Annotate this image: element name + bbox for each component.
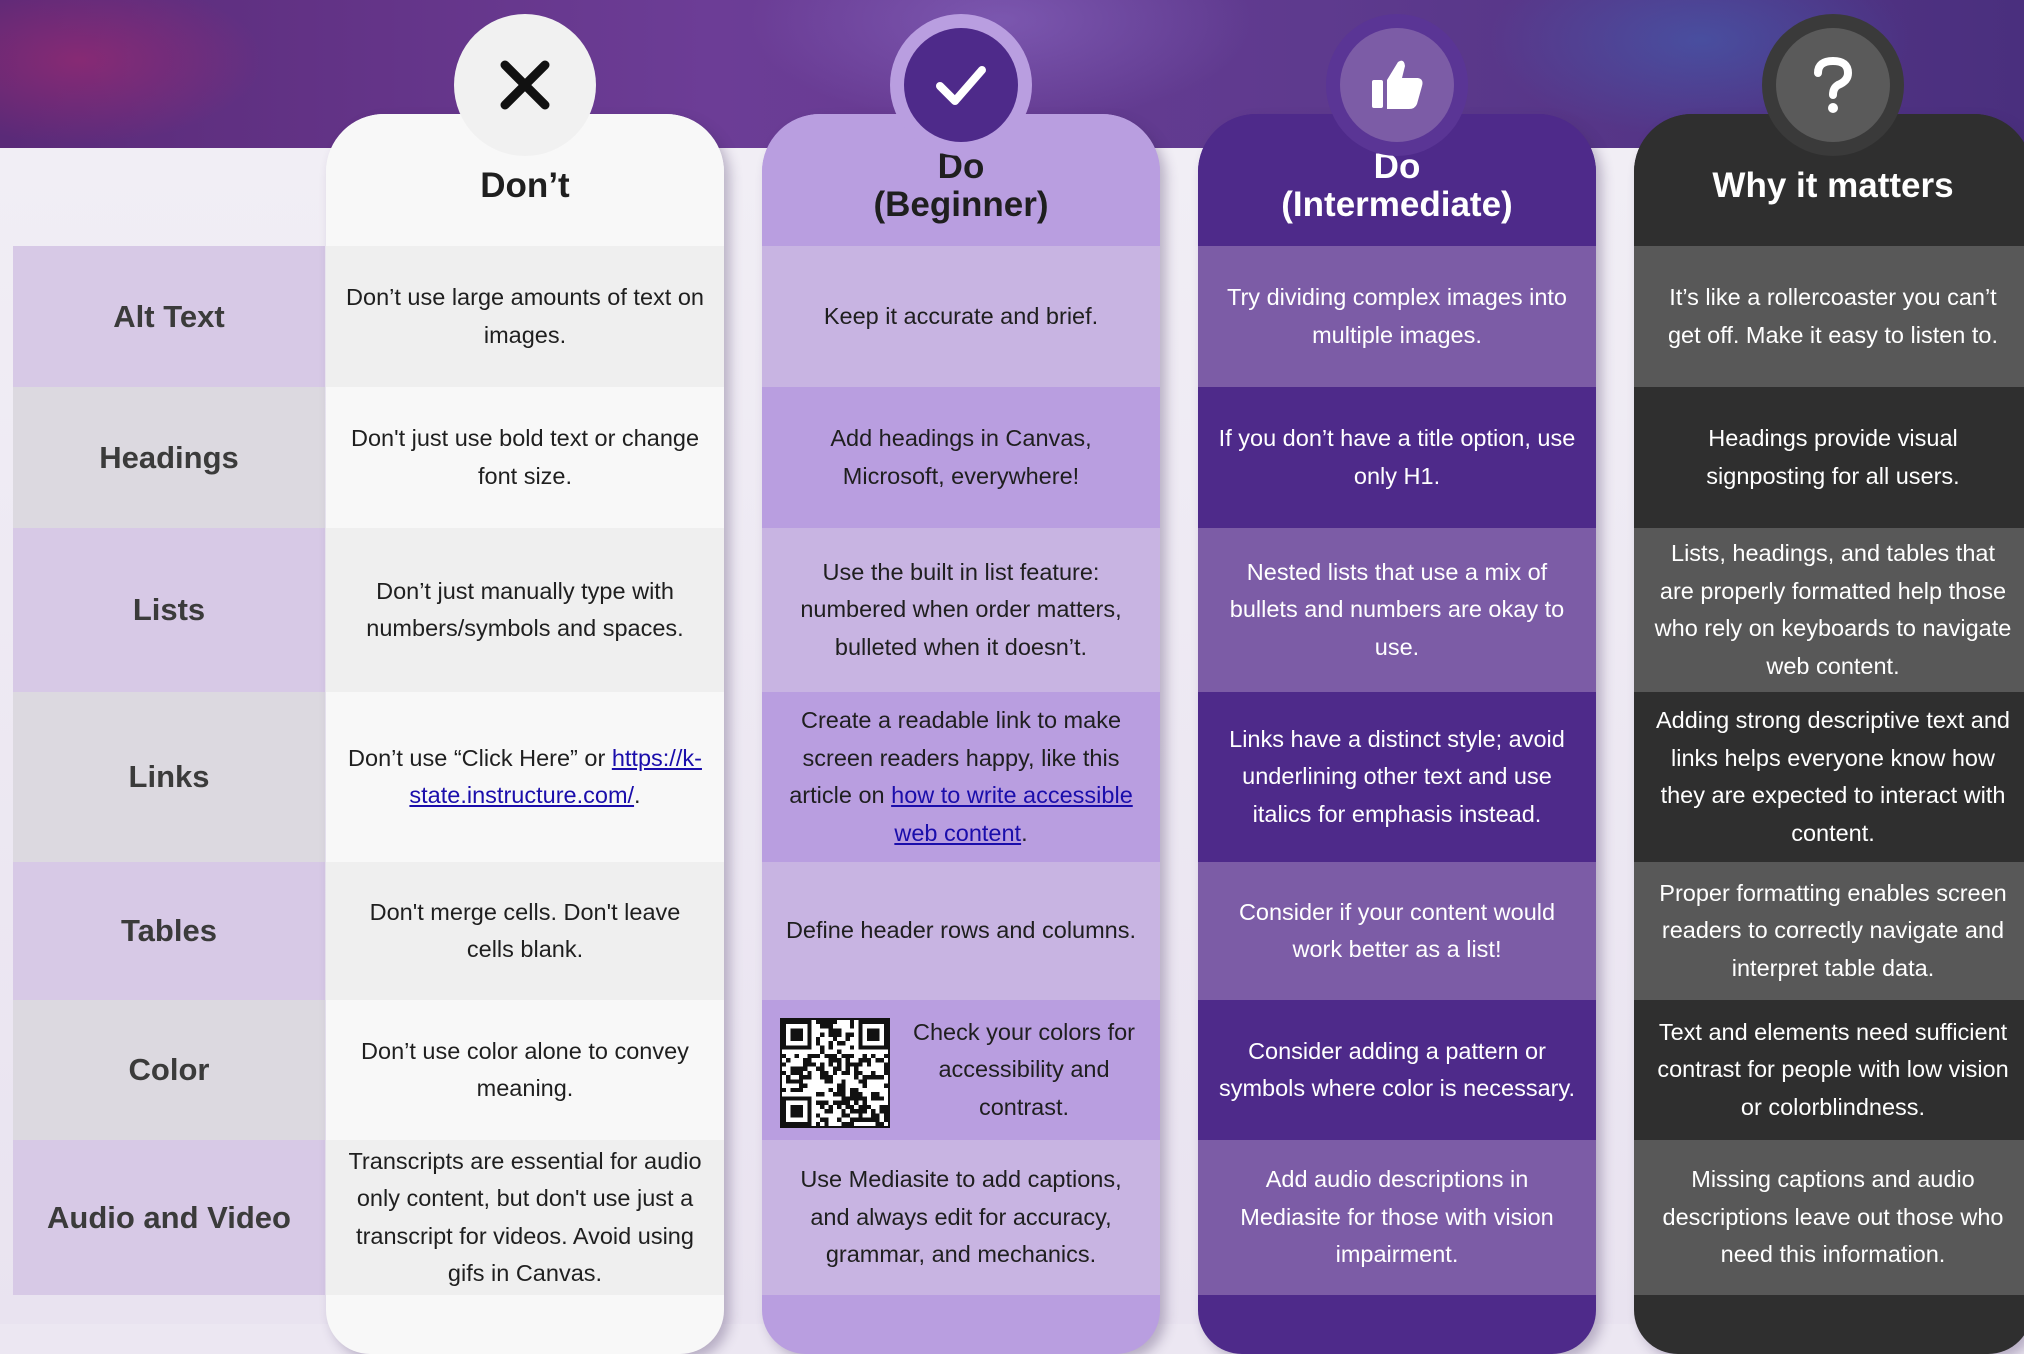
cell-text: Check your colors for accessibility and … [912, 1018, 1136, 1120]
cell-why-tables: Proper formatting enables screen readers… [1634, 862, 2024, 1000]
cell-link[interactable]: how to write accessible web content [891, 782, 1133, 846]
cell-why-color: Text and elements need sufficient contra… [1634, 1000, 2024, 1140]
cell-text: Add headings in Canvas, Microsoft, every… [830, 425, 1092, 489]
cell-text: Headings provide visual signposting for … [1706, 425, 1960, 489]
row-label-headings: Headings [13, 387, 325, 528]
thumbs-up-icon [1340, 28, 1454, 142]
row-label-alt-text: Alt Text [13, 246, 325, 387]
cell-text: Don’t use large amounts of text on image… [346, 284, 704, 348]
checkmark-icon [904, 28, 1018, 142]
cell-text: Missing captions and audio descriptions … [1662, 1166, 2004, 1268]
cell-text: Use the built in list feature: numbered … [800, 558, 1122, 660]
cell-text: Proper formatting enables screen readers… [1659, 879, 2007, 981]
row-label-color: Color [13, 1000, 325, 1140]
cell-text-after-link: . [634, 782, 641, 808]
cell-do-beginner-audio-and-video: Use Mediasite to add captions, and alway… [762, 1140, 1160, 1295]
cell-do-intermediate-headings: If you don’t have a title option, use on… [1198, 387, 1596, 528]
cell-text: Add audio descriptions in Mediasite for … [1240, 1166, 1554, 1268]
row-label-audio-and-video: Audio and Video [13, 1140, 325, 1295]
cell-text: It’s like a rollercoaster you can’t get … [1667, 284, 1999, 348]
cell-do-intermediate-links: Links have a distinct style; avoid under… [1198, 692, 1596, 862]
cell-text: If you don’t have a title option, use on… [1218, 425, 1576, 489]
cell-why-alt-text: It’s like a rollercoaster you can’t get … [1634, 246, 2024, 387]
cell-text: Nested lists that use a mix of bullets a… [1229, 558, 1565, 660]
cell-do-beginner-links: Create a readable link to make screen re… [762, 692, 1160, 862]
row-label-links: Links [13, 692, 325, 862]
x-icon [468, 28, 582, 142]
row-label-lists: Lists [13, 528, 325, 692]
cell-do-intermediate-lists: Nested lists that use a mix of bullets a… [1198, 528, 1596, 692]
cell-why-audio-and-video: Missing captions and audio descriptions … [1634, 1140, 2024, 1295]
cell-dont-alt-text: Don’t use large amounts of text on image… [326, 246, 724, 387]
column-icon-badge-do-intermediate [1326, 14, 1468, 156]
cell-do-intermediate-tables: Consider if your content would work bett… [1198, 862, 1596, 1000]
cell-do-beginner-headings: Add headings in Canvas, Microsoft, every… [762, 387, 1160, 528]
cell-dont-audio-and-video: Transcripts are essential for audio only… [326, 1140, 724, 1295]
cell-text: Adding strong descriptive text and links… [1655, 707, 2010, 846]
cell-text: Try dividing complex images into multipl… [1226, 284, 1567, 348]
cell-dont-headings: Don't just use bold text or change font … [326, 387, 724, 528]
cell-do-intermediate-color: Consider adding a pattern or symbols whe… [1198, 1000, 1596, 1140]
cell-text: Consider adding a pattern or symbols whe… [1218, 1037, 1576, 1102]
column-icon-badge-do-beginner [890, 14, 1032, 156]
cell-dont-tables: Don't merge cells. Don't leave cells bla… [326, 862, 724, 1000]
cell-text: Don't just use bold text or change font … [350, 425, 700, 489]
cell-text: Links have a distinct style; avoid under… [1229, 725, 1565, 827]
cell-text: Consider if your content would work bett… [1238, 898, 1556, 963]
column-do-intermediate: Do (Intermediate) Try dividing complex im… [1198, 114, 1596, 1354]
cell-do-beginner-lists: Use the built in list feature: numbered … [762, 528, 1160, 692]
cell-do-beginner-tables: Define header rows and columns. [762, 862, 1160, 1000]
cell-do-beginner-color: Check your colors for accessibility and … [762, 1000, 1160, 1140]
cell-dont-lists: Don’t just manually type with numbers/sy… [326, 528, 724, 692]
cell-text: Define header rows and columns. [785, 917, 1137, 944]
cell-text: Use Mediasite to add captions, and alway… [800, 1166, 1122, 1268]
cell-text: Don’t just manually type with numbers/sy… [366, 577, 684, 642]
column-icon-badge-dont [454, 14, 596, 156]
cell-do-intermediate-audio-and-video: Add audio descriptions in Mediasite for … [1198, 1140, 1596, 1295]
column-dont: Don’t Don’t use large amounts of text on … [326, 114, 724, 1354]
column-icon-badge-why [1762, 14, 1904, 156]
cell-text-after-link: . [1021, 819, 1028, 846]
cell-text: Create a readable link to make screen re… [780, 702, 1142, 852]
cell-do-beginner-alt-text: Keep it accurate and brief. [762, 246, 1160, 387]
cell-why-headings: Headings provide visual signposting for … [1634, 387, 2024, 528]
cell-text: Don’t use color alone to convey meaning. [361, 1037, 689, 1102]
cell-text: Don’t use “Click Here” or https://k-stat… [344, 740, 706, 815]
cell-text: Transcripts are essential for audio only… [348, 1147, 702, 1287]
cell-text: Keep it accurate and brief. [823, 302, 1099, 329]
cell-text: Don't merge cells. Don't leave cells bla… [369, 898, 681, 963]
cell-text-before-link: Don’t use “Click Here” or [348, 744, 612, 771]
row-label-tables: Tables [13, 862, 325, 1000]
column-why: Why it matters It’s like a rollercoaster … [1634, 114, 2024, 1354]
cell-why-lists: Lists, headings, and tables that are pro… [1634, 528, 2024, 692]
cell-do-intermediate-alt-text: Try dividing complex images into multipl… [1198, 246, 1596, 387]
cell-text: Text and elements need sufficient contra… [1657, 1018, 2009, 1120]
cell-dont-links: Don’t use “Click Here” or https://k-stat… [326, 692, 724, 862]
question-mark-icon [1776, 28, 1890, 142]
cell-why-links: Adding strong descriptive text and links… [1634, 692, 2024, 862]
column-do-beginner: Do (Beginner) Keep it accurate and brief.… [762, 114, 1160, 1354]
cell-text: Lists, headings, and tables that are pro… [1654, 540, 2012, 679]
cell-dont-color: Don’t use color alone to convey meaning. [326, 1000, 724, 1140]
qr-code[interactable] [780, 1018, 890, 1128]
